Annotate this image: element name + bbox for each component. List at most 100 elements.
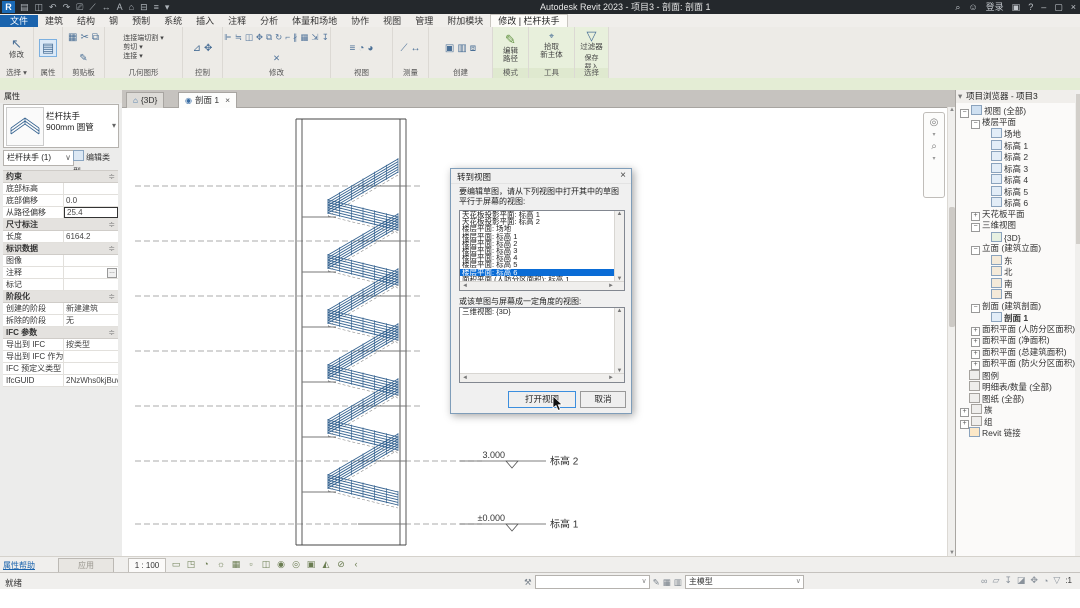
minimize-button[interactable]: – [1041, 0, 1046, 14]
worksets-icon[interactable]: ⚒ [524, 577, 532, 588]
select-underlay-icon[interactable]: ▱ [992, 575, 999, 586]
angled-views-list[interactable]: 三维视图: {3D} ▲▼ ◄► [459, 307, 625, 383]
hide-analytical-model-icon[interactable]: ◭ [320, 558, 332, 571]
move-icon[interactable]: ✥ [256, 33, 263, 42]
reference-plane-icon[interactable]: ⊿ [193, 43, 201, 54]
property-section-header[interactable]: 阶段化 [3, 291, 118, 303]
select-pinned-icon[interactable]: ↧ [1004, 575, 1012, 586]
rotate-icon[interactable]: ↻ [275, 33, 282, 42]
trim-icon[interactable]: ⌐ [285, 33, 290, 42]
chevron-down-icon[interactable]: ▾ [112, 121, 116, 130]
collapse-icon[interactable]: − [971, 304, 980, 313]
property-value[interactable]: 0.0 [64, 195, 118, 206]
dimension-icon[interactable]: ↔ [411, 43, 421, 54]
offset-icon[interactable]: ≒ [235, 33, 242, 42]
property-value[interactable] [64, 255, 118, 266]
unhide-icon[interactable]: ◕ [367, 43, 373, 54]
thin-lines-toggle-icon[interactable]: ≡ [350, 43, 356, 54]
steering-wheel-icon[interactable]: ◎ [930, 117, 939, 128]
copy-modify-icon[interactable]: ⧉ [266, 33, 272, 42]
exclude-options-icon[interactable]: ▥ [674, 577, 682, 588]
tree-item-东[interactable]: 东 [956, 255, 1074, 267]
reveal-constraints-icon[interactable]: ⊘ [335, 558, 347, 571]
mirror-icon[interactable]: ◫ [245, 33, 253, 42]
tree-item-天花板平面[interactable]: +天花板平面 [956, 209, 1074, 221]
open-file-icon[interactable]: ▤ [20, 0, 29, 14]
dialog-close-icon[interactable]: × [620, 170, 626, 181]
create-assembly-icon[interactable]: ⧈ [470, 43, 476, 54]
cancel-button[interactable]: 取消 [580, 391, 626, 408]
hide-elements-icon[interactable]: ◔ [358, 43, 364, 54]
property-value[interactable] [64, 183, 118, 194]
shadows-icon[interactable]: ▦ [230, 558, 242, 571]
apply-button[interactable]: 应用 [58, 558, 114, 573]
measure-icon[interactable]: ⟋ [89, 0, 95, 14]
property-section-header[interactable]: IFC 参数 [3, 327, 118, 339]
dialog-title-bar[interactable]: 转到视图 × [451, 169, 631, 184]
cut-icon[interactable]: ✂ [80, 32, 88, 43]
editable-only-icon[interactable]: ✎ [653, 577, 660, 588]
property-value[interactable] [64, 351, 118, 362]
paste-icon[interactable]: ▦ [68, 32, 77, 43]
open-view-button[interactable]: 打开视图 [508, 391, 576, 408]
tree-item--3D-[interactable]: {3D} [956, 232, 1074, 244]
drag-on-selection-icon[interactable]: ✥ [1030, 575, 1038, 586]
property-value[interactable]: 新建建筑 [64, 303, 118, 314]
restore-button[interactable]: ▢ [1054, 0, 1063, 14]
navigation-bar[interactable]: ◎ ▾ ⌕ ▾ [923, 112, 945, 198]
property-value[interactable] [64, 279, 118, 290]
visual-style-icon[interactable]: ◔ [200, 558, 212, 571]
measure-between-icon[interactable]: ⟋ [401, 43, 408, 54]
edit-type-button[interactable]: 编辑类型 [73, 150, 117, 164]
tree-item-族[interactable]: +族 [956, 404, 1074, 416]
tree-item-立面-建筑立面-[interactable]: −立面 (建筑立面) [956, 243, 1074, 255]
scale-icon[interactable]: ⇲ [311, 33, 318, 42]
tree-item-明细表-数量-全部-[interactable]: 明细表/数量 (全部) [956, 381, 1074, 393]
design-option-combo[interactable]: 主模型 [685, 575, 804, 589]
sun-path-icon[interactable]: ☼ [215, 558, 227, 571]
save-icon[interactable]: ◫ [35, 0, 44, 14]
ribbon-tab-context[interactable]: 修改 | 栏杆扶手 [490, 14, 567, 28]
section-icon[interactable]: ⊟ [140, 0, 148, 14]
tree-item-标高-1[interactable]: 标高 1 [956, 140, 1074, 152]
collapse-icon[interactable]: − [971, 120, 980, 129]
split-icon[interactable]: ∦ [293, 33, 297, 42]
tree-item-面积平面-人防分区面积-[interactable]: +面积平面 (人防分区面积) [956, 324, 1074, 336]
tree-item-面积平面-防火分区面积-[interactable]: +面积平面 (防火分区面积) [956, 358, 1074, 370]
chevron-down-icon[interactable]: ▾ [932, 131, 935, 138]
zoom-icon[interactable]: ⌕ [931, 141, 937, 152]
tree-item-标高-2[interactable]: 标高 2 [956, 151, 1074, 163]
tree-item-图纸-全部-[interactable]: 图纸 (全部) [956, 393, 1074, 405]
property-value[interactable] [64, 363, 118, 374]
list-hscrollbar[interactable]: ◄► [460, 281, 624, 290]
property-section-header[interactable]: 约束 [3, 171, 118, 183]
chevron-down-icon[interactable]: ▾ [932, 155, 935, 162]
cart-icon[interactable]: ▣ [1012, 0, 1021, 14]
ellipsis-button[interactable]: … [107, 268, 117, 278]
view-tab-section[interactable]: ◉剖面 1× [178, 92, 237, 108]
undo-icon[interactable]: ↶ [49, 0, 57, 14]
tree-item-剖面-建筑剖面-[interactable]: −剖面 (建筑剖面) [956, 301, 1074, 313]
aligned-dimension-icon[interactable]: ↔ [102, 0, 111, 14]
tree-item-西[interactable]: 西 [956, 289, 1074, 301]
parallel-views-list[interactable]: 天花板投影平面: 标高 1天花板投影平面: 标高 2楼层平面: 场地楼层平面: … [459, 210, 625, 291]
revit-logo-icon[interactable]: R [2, 1, 15, 13]
collapse-icon[interactable]: − [971, 223, 980, 232]
join-geometry-button[interactable]: 连接 ▾ [123, 53, 142, 61]
view-tab-3d[interactable]: ⌂{3D} [126, 92, 164, 108]
customize-quick-access-icon[interactable]: ▾ [165, 0, 170, 14]
tree-item-三维视图[interactable]: −三维视图 [956, 220, 1074, 232]
collapse-icon[interactable]: − [960, 109, 969, 118]
tree-item-剖面-1[interactable]: 剖面 1 [956, 312, 1074, 324]
pick-new-host-button[interactable]: ⌖拾取新主体 [538, 28, 565, 60]
property-section-header[interactable]: 标识数据 [3, 243, 118, 255]
select-by-face-icon[interactable]: ◪ [1017, 575, 1026, 586]
cut-geometry-button[interactable]: 剪切 ▾ [123, 44, 142, 52]
project-browser-header[interactable]: ▾项目浏览器 - 项目3 [956, 90, 1080, 103]
temporary-hide-isolate-icon[interactable]: ◉ [275, 558, 287, 571]
reveal-hidden-elements-icon[interactable]: ◎ [290, 558, 302, 571]
login-label[interactable]: 登录 [986, 0, 1004, 14]
properties-help-link[interactable]: 属性帮助 [3, 560, 35, 571]
expand-icon[interactable]: + [971, 338, 980, 347]
property-section-header[interactable]: 尺寸标注 [3, 219, 118, 231]
